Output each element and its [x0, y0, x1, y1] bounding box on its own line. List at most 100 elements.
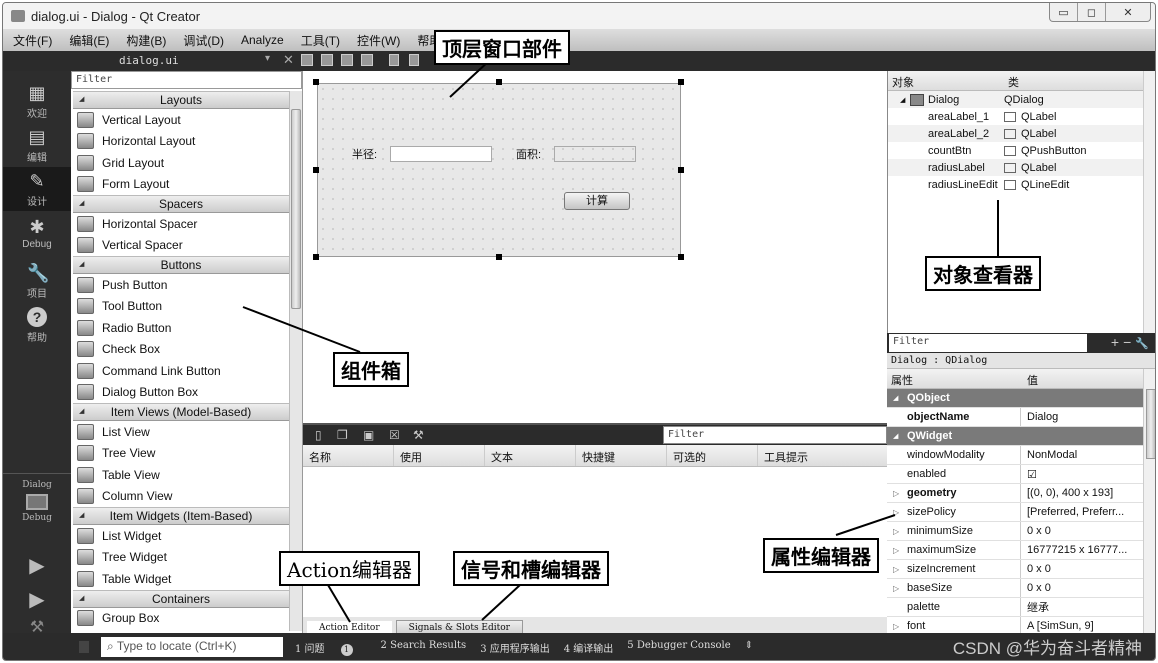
menu-debug[interactable]: 调试(D)	[183, 32, 224, 49]
widget-item[interactable]: List Widget	[73, 525, 289, 547]
copy-action-icon[interactable]: ❐	[337, 428, 348, 442]
radius-line-edit[interactable]	[390, 146, 492, 162]
maximize-button[interactable]: ◻	[1078, 3, 1106, 21]
configure-wrench-icon[interactable]: ⚒	[413, 428, 424, 442]
expand-icon[interactable]: ▷	[893, 565, 899, 574]
output-tab-issues[interactable]: 1 问题 1	[295, 640, 367, 656]
edit-tab-order-icon[interactable]	[361, 54, 373, 66]
expand-icon[interactable]: ▷	[893, 508, 899, 517]
widget-category[interactable]: Layouts	[73, 91, 289, 109]
property-row[interactable]: ▷ minimumSize 0 x 0	[887, 522, 1143, 541]
property-row[interactable]: ▷ sizePolicy [Preferred, Preferr...	[887, 503, 1143, 522]
property-value[interactable]: 0 x 0	[1021, 525, 1051, 537]
layout-vertical-icon[interactable]	[409, 54, 419, 66]
widget-item[interactable]: Form Layout	[73, 174, 289, 196]
widget-item[interactable]: Dialog Button Box	[73, 382, 289, 404]
property-row[interactable]: ▷ geometry [(0, 0), 400 x 193]	[887, 484, 1143, 503]
action-filter-input[interactable]: Filter	[663, 426, 887, 444]
widget-item[interactable]: Tree View	[73, 443, 289, 465]
object-inspector-scrollbar[interactable]	[1143, 71, 1155, 333]
paste-action-icon[interactable]: ▣	[363, 428, 374, 442]
widget-item[interactable]: Push Button	[73, 274, 289, 296]
widget-item[interactable]: Vertical Layout	[73, 109, 289, 131]
column-header[interactable]: 文本	[485, 445, 576, 466]
mode-help[interactable]: ? 帮助	[3, 307, 71, 345]
widget-item[interactable]: Tool Button	[73, 296, 289, 318]
column-header[interactable]: 使用	[394, 445, 485, 466]
mode-projects[interactable]: 🔧 项目	[3, 263, 71, 301]
property-row[interactable]: enabled ☑	[887, 465, 1143, 484]
column-header[interactable]: 类	[1004, 71, 1023, 90]
widget-item[interactable]: Tree Widget	[73, 547, 289, 569]
column-header[interactable]: 对象	[888, 71, 1004, 90]
property-row[interactable]: objectName Dialog	[887, 408, 1143, 427]
object-tree-row[interactable]: areaLabel_2 QLabel	[888, 125, 1155, 142]
resize-handle[interactable]	[678, 254, 684, 260]
edit-buddies-icon[interactable]	[341, 54, 353, 66]
area-label[interactable]: 面积:	[516, 146, 541, 162]
property-filter-input[interactable]: Filter	[889, 334, 1087, 352]
object-tree-row[interactable]: radiusLineEdit QLineEdit	[888, 176, 1155, 193]
column-header[interactable]: 可选的	[667, 445, 758, 466]
count-button[interactable]: 计算	[564, 192, 630, 210]
widget-box-scrollbar[interactable]	[289, 91, 302, 631]
property-value[interactable]: Dialog	[1021, 411, 1058, 423]
more-tabs-icon[interactable]: ⇕	[745, 640, 753, 656]
remove-property-icon[interactable]: −	[1123, 334, 1135, 350]
property-value[interactable]: NonModal	[1021, 449, 1077, 461]
resize-handle[interactable]	[678, 79, 684, 85]
mode-welcome[interactable]: ▦ 欢迎	[3, 83, 71, 121]
object-tree-row[interactable]: areaLabel_1 QLabel	[888, 108, 1155, 125]
run-button[interactable]: ▶	[3, 553, 71, 577]
column-header[interactable]: 属性	[887, 369, 1021, 388]
expand-icon[interactable]: ▷	[893, 527, 899, 536]
object-tree-row[interactable]: ◢ Dialog QDialog	[888, 91, 1155, 108]
output-tab-search[interactable]: 2 Search Results	[381, 640, 467, 656]
property-group[interactable]: ◢ QWidget	[887, 427, 1143, 446]
widget-item[interactable]: Table Widget	[73, 568, 289, 590]
resize-handle[interactable]	[496, 79, 502, 85]
menu-tools[interactable]: 工具(T)	[301, 32, 340, 49]
add-property-icon[interactable]: +	[1111, 334, 1123, 350]
resize-handle[interactable]	[678, 167, 684, 173]
property-editor-scrollbar[interactable]	[1143, 369, 1155, 633]
property-row[interactable]: windowModality NonModal	[887, 446, 1143, 465]
widget-category[interactable]: Containers	[73, 589, 289, 608]
menu-file[interactable]: 文件(F)	[13, 32, 52, 49]
widget-category[interactable]: Spacers	[73, 195, 289, 213]
widget-item[interactable]: Group Box	[73, 608, 289, 630]
expand-icon[interactable]: ◢	[900, 96, 905, 104]
toggle-sidebar-icon[interactable]	[79, 641, 89, 653]
expand-icon[interactable]: ▷	[893, 489, 899, 498]
menu-analyze[interactable]: Analyze	[241, 33, 284, 47]
minimize-button[interactable]: ▭	[1050, 3, 1078, 21]
kit-selector[interactable]: Dialog Debug	[3, 479, 71, 535]
object-tree-row[interactable]: radiusLabel QLabel	[888, 159, 1155, 176]
property-value[interactable]: A [SimSun, 9]	[1021, 620, 1094, 632]
expand-icon[interactable]: ◢	[893, 432, 898, 440]
expand-icon[interactable]: ◢	[893, 394, 898, 402]
output-tab-app-output[interactable]: 3 应用程序输出	[480, 640, 550, 656]
layout-horizontal-icon[interactable]	[389, 54, 399, 66]
widget-category[interactable]: Item Views (Model-Based)	[73, 403, 289, 421]
scrollbar-thumb[interactable]	[1146, 389, 1155, 459]
property-value[interactable]: 0 x 0	[1021, 563, 1051, 575]
widget-item[interactable]: Column View	[73, 486, 289, 508]
mode-edit[interactable]: ▤ 编辑	[3, 127, 71, 165]
column-header[interactable]: 名称	[303, 445, 394, 466]
property-value[interactable]: 16777215 x 16777...	[1021, 544, 1127, 556]
delete-action-icon[interactable]: ☒	[389, 428, 400, 442]
property-value[interactable]: 0 x 0	[1021, 582, 1051, 594]
scrollbar-thumb[interactable]	[291, 109, 301, 309]
property-row[interactable]: ▷ maximumSize 16777215 x 16777...	[887, 541, 1143, 560]
property-row[interactable]: palette 继承	[887, 598, 1143, 617]
column-header[interactable]: 工具提示	[758, 445, 849, 466]
menu-build[interactable]: 构建(B)	[126, 32, 166, 49]
output-tab-debugger-console[interactable]: 5 Debugger Console	[627, 640, 730, 656]
widget-item[interactable]: List View	[73, 421, 289, 443]
column-header[interactable]: 值	[1021, 369, 1044, 388]
locator-input[interactable]: ⌕ Type to locate (Ctrl+K)	[101, 637, 283, 657]
property-group[interactable]: ◢ QObject	[887, 389, 1143, 408]
dialog-form[interactable]: 半径: 面积: 计算	[317, 83, 681, 257]
property-row[interactable]: ▷ sizeIncrement 0 x 0	[887, 560, 1143, 579]
